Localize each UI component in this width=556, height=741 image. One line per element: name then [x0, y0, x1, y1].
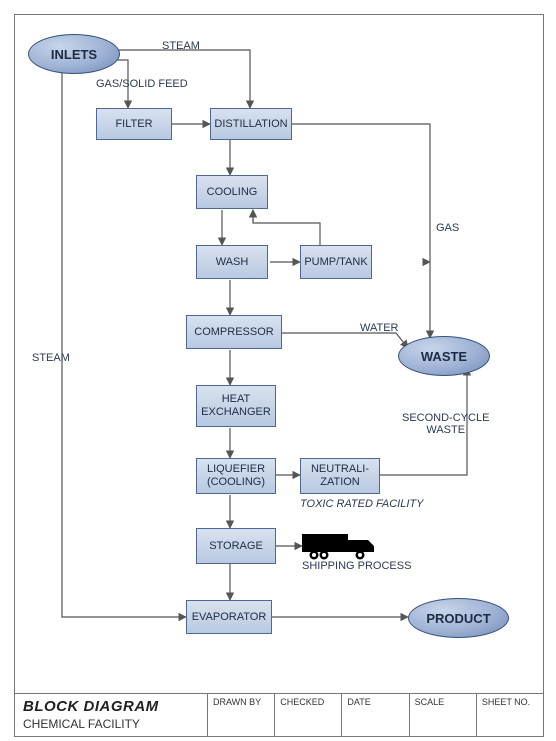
node-waste: WASTE	[398, 336, 490, 376]
tb-checked: CHECKED	[275, 694, 342, 736]
tb-scale: SCALE	[410, 694, 477, 736]
node-neutralization: NEUTRALI- ZATION	[300, 458, 380, 494]
node-label: COOLING	[207, 186, 258, 199]
node-inlets: INLETS	[28, 34, 120, 74]
label-toxic-facility: TOXIC RATED FACILITY	[300, 498, 423, 510]
edge-label-gas: GAS	[436, 222, 459, 234]
node-liquefier: LIQUEFIER (COOLING)	[196, 458, 276, 494]
node-label: PUMP/TANK	[304, 256, 367, 269]
node-label: INLETS	[51, 47, 97, 62]
node-label: WASTE	[421, 349, 467, 364]
title-block: BLOCK DIAGRAM CHEMICAL FACILITY DRAWN BY…	[14, 693, 544, 737]
truck-icon	[302, 528, 380, 562]
node-label: NEUTRALI- ZATION	[311, 463, 369, 488]
edge-label-steam-top: STEAM	[162, 40, 200, 52]
node-label: EVAPORATOR	[192, 611, 267, 624]
node-label: STORAGE	[209, 540, 263, 553]
edge-label-second-cycle: SECOND-CYCLE WASTE	[402, 412, 489, 436]
node-distillation: DISTILLATION	[210, 108, 292, 140]
node-label: PRODUCT	[426, 611, 490, 626]
tb-drawn-by: DRAWN BY	[208, 694, 275, 736]
node-cooling: COOLING	[196, 175, 268, 209]
edge-label-gas-solid-feed: GAS/SOLID FEED	[96, 78, 188, 90]
node-label: FILTER	[115, 118, 152, 131]
tb-sheet-no: SHEET NO.	[477, 694, 543, 736]
node-compressor: COMPRESSOR	[186, 315, 282, 349]
tb-date: DATE	[342, 694, 409, 736]
node-label: WASH	[216, 256, 249, 269]
node-wash: WASH	[196, 245, 268, 279]
node-label: HEAT EXCHANGER	[201, 393, 271, 418]
title-line1: BLOCK DIAGRAM	[23, 698, 199, 715]
node-filter: FILTER	[96, 108, 172, 140]
node-label: DISTILLATION	[214, 118, 287, 131]
node-label: LIQUEFIER (COOLING)	[207, 463, 265, 488]
edge-label-water: WATER	[360, 322, 399, 334]
node-storage: STORAGE	[196, 528, 276, 564]
node-label: COMPRESSOR	[194, 326, 273, 339]
node-product: PRODUCT	[408, 598, 509, 638]
node-pumptank: PUMP/TANK	[300, 245, 372, 279]
node-evaporator: EVAPORATOR	[186, 600, 272, 634]
title-block-main: BLOCK DIAGRAM CHEMICAL FACILITY	[15, 694, 208, 736]
diagram-canvas: INLETS WASTE PRODUCT FILTER DISTILLATION…	[0, 0, 556, 741]
title-line2: CHEMICAL FACILITY	[23, 717, 199, 731]
node-heat-exchanger: HEAT EXCHANGER	[196, 385, 276, 427]
edge-label-steam-left: STEAM	[32, 352, 70, 364]
